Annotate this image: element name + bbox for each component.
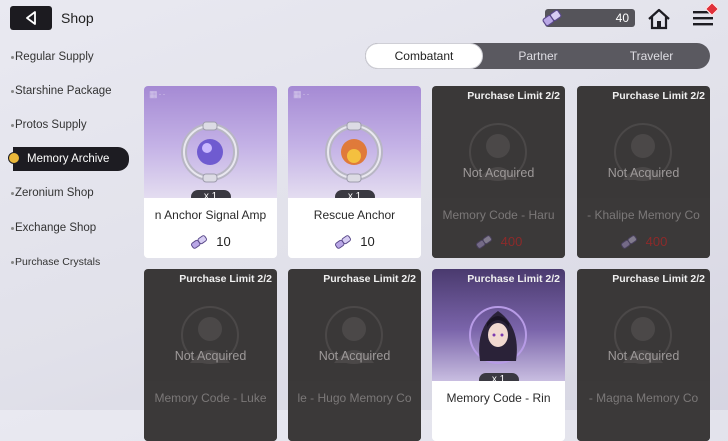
- tab-traveler[interactable]: Traveler: [593, 43, 710, 69]
- purchase-limit-label: Purchase Limit 2/2: [612, 90, 705, 102]
- card-footer: [577, 381, 710, 441]
- sidebar-item-purchase-crystals[interactable]: Purchase Crystals: [11, 251, 101, 273]
- card-footer: [144, 198, 277, 258]
- purchase-limit-label: Purchase Limit 2/2: [612, 273, 705, 285]
- page-title: Shop: [61, 10, 94, 26]
- purchase-limit-label: Purchase Limit 2/2: [467, 273, 560, 285]
- card-footer: [288, 381, 421, 441]
- tab-combatant[interactable]: Combatant: [365, 43, 483, 69]
- sidebar-item-memory-archive[interactable]: Memory Archive: [8, 147, 129, 171]
- crystal-currency-icon: [475, 234, 492, 249]
- shop-item-card[interactable]: Purchase Limit 2/2 Not Acquired - Magna …: [577, 269, 710, 441]
- item-price: 10: [288, 234, 421, 249]
- price-value: 400: [500, 234, 523, 249]
- shop-item-card[interactable]: Purchase Limit 2/2 Not Acquired le - Hug…: [288, 269, 421, 441]
- shop-item-card[interactable]: Purchase Limit 2/2 x 1 Memory Code - Rin: [432, 269, 565, 441]
- item-name: le - Hugo Memory Co: [297, 391, 412, 405]
- item-name: Memory Code - Luke: [154, 391, 267, 405]
- currency-amount: 40: [615, 11, 629, 25]
- sidebar-item-regular-supply[interactable]: Regular Supply: [11, 46, 94, 68]
- active-indicator-icon: [8, 152, 20, 164]
- category-tabs: Combatant Partner Traveler: [365, 43, 710, 69]
- price-value: 400: [645, 234, 668, 249]
- home-icon[interactable]: [647, 8, 671, 30]
- sidebar-item-protos-supply[interactable]: Protos Supply: [11, 114, 87, 136]
- purchase-limit-label: Purchase Limit 2/2: [323, 273, 416, 285]
- card-footer: [144, 381, 277, 441]
- sidebar-item-zeronium-shop[interactable]: Zeronium Shop: [11, 182, 94, 204]
- sidebar-item-label: Zeronium Shop: [15, 187, 94, 199]
- not-acquired-label: Not Acquired: [607, 349, 680, 363]
- item-price: 10: [144, 234, 277, 249]
- not-acquired-label: Not Acquired: [318, 349, 391, 363]
- sidebar-item-label: Protos Supply: [15, 119, 87, 131]
- shop-item-card[interactable]: ▦·· x 1 Rescue Anchor 10: [288, 86, 421, 258]
- price-value: 10: [360, 234, 375, 249]
- currency-display: 40: [542, 9, 635, 27]
- item-name: Memory Code - Haru: [442, 208, 555, 222]
- item-price: 400: [577, 234, 710, 249]
- back-button[interactable]: [10, 6, 52, 30]
- not-acquired-label: Not Acquired: [462, 166, 535, 180]
- card-corner-mark-icon: ▦··: [293, 89, 311, 99]
- shop-item-card[interactable]: Purchase Limit 2/2 Not Acquired - Khalip…: [577, 86, 710, 258]
- shop-item-card[interactable]: ▦·· x 1 n Anchor Signal Amp 10: [144, 86, 277, 258]
- sidebar-item-label: Exchange Shop: [15, 222, 97, 234]
- sidebar-item-label: Starshine Package: [15, 85, 112, 97]
- purchase-limit-label: Purchase Limit 2/2: [179, 273, 272, 285]
- bullet-icon: [11, 123, 14, 127]
- item-name: - Khalipe Memory Co: [587, 208, 700, 222]
- shop-item-card[interactable]: Purchase Limit 2/2 Not Acquired Memory C…: [144, 269, 277, 441]
- item-name: Rescue Anchor: [313, 208, 396, 222]
- rescue-anchor-icon: [325, 121, 383, 183]
- sidebar-item-exchange-shop[interactable]: Exchange Shop: [11, 217, 97, 239]
- card-footer: [432, 381, 565, 441]
- sidebar-item-label: Purchase Crystals: [15, 256, 101, 268]
- item-name: Memory Code - Rin: [446, 391, 551, 405]
- back-arrow-icon: [26, 11, 36, 25]
- bullet-icon: [11, 55, 14, 59]
- price-value: 10: [216, 234, 231, 249]
- tab-partner[interactable]: Partner: [483, 43, 593, 69]
- crystal-currency-icon: [620, 234, 637, 249]
- bullet-icon: [11, 260, 14, 264]
- purchase-limit-label: Purchase Limit 2/2: [467, 90, 560, 102]
- sidebar-item-label: Memory Archive: [27, 153, 110, 165]
- card-footer: [432, 198, 565, 258]
- crystal-currency-icon: [542, 9, 562, 27]
- not-acquired-label: Not Acquired: [174, 349, 247, 363]
- bullet-icon: [11, 89, 14, 93]
- crystal-currency-icon: [335, 234, 352, 249]
- card-footer: [577, 198, 710, 258]
- item-name: n Anchor Signal Amp: [154, 208, 267, 222]
- sidebar-item-label: Regular Supply: [15, 51, 94, 63]
- not-acquired-label: Not Acquired: [607, 166, 680, 180]
- card-footer: [288, 198, 421, 258]
- shop-item-card[interactable]: Purchase Limit 2/2 Not Acquired Memory C…: [432, 86, 565, 258]
- bullet-icon: [11, 191, 14, 195]
- bullet-icon: [11, 226, 14, 230]
- card-corner-mark-icon: ▦··: [149, 89, 167, 99]
- sidebar-item-starshine-package[interactable]: Starshine Package: [11, 80, 112, 102]
- crystal-currency-icon: [191, 234, 208, 249]
- menu-button[interactable]: [693, 1, 720, 32]
- memory-code-rin-portrait-icon: [469, 306, 527, 364]
- item-name: - Magna Memory Co: [588, 391, 699, 405]
- anchor-item-icon: [181, 121, 239, 183]
- item-price: 400: [432, 234, 565, 249]
